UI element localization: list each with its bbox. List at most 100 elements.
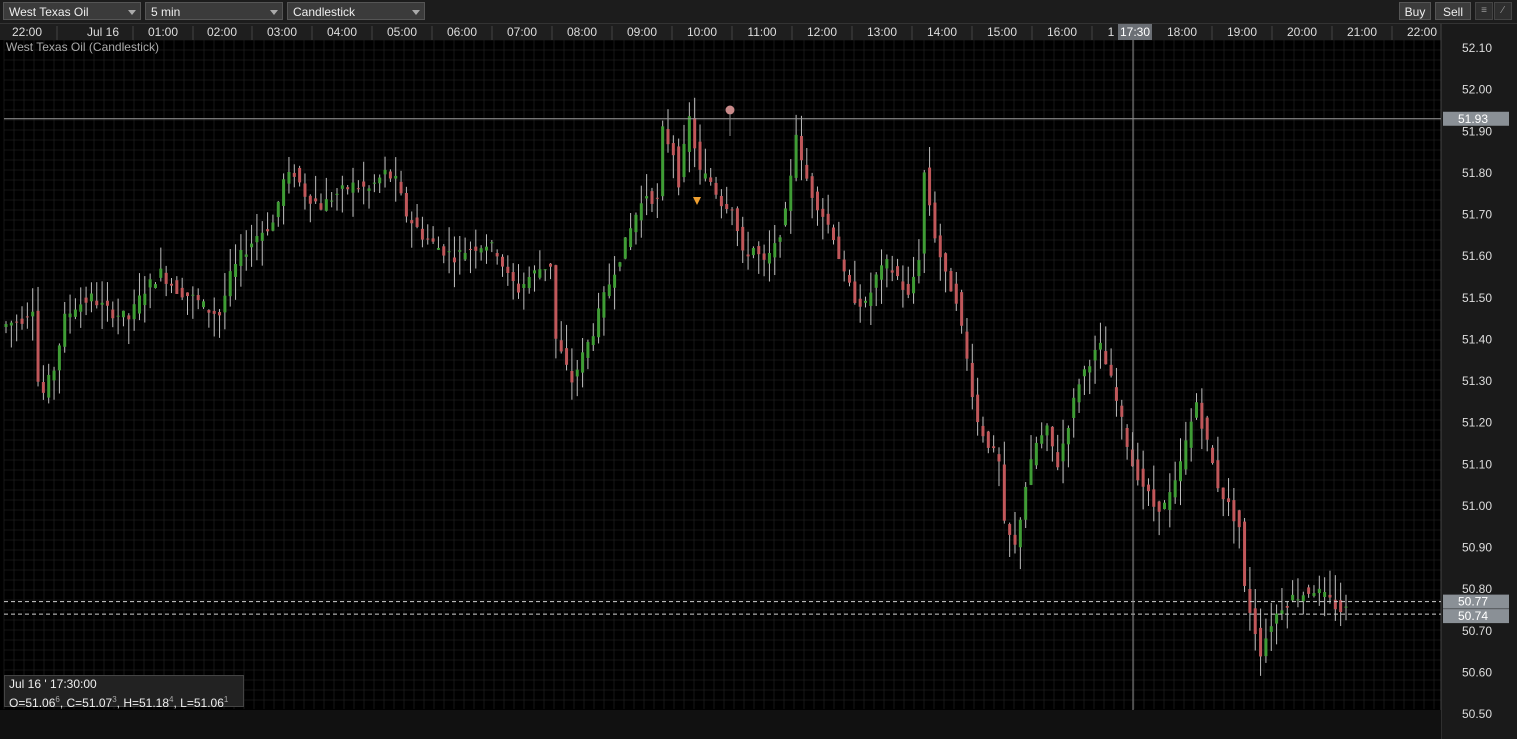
candle-body [1082,369,1086,377]
candle-body [1018,519,1022,548]
candle-body [864,300,868,303]
candle-body [186,292,190,297]
candle-body [41,382,45,393]
candle-body [105,300,109,306]
candle-body [1269,626,1273,632]
candle-body [25,316,29,318]
candle-body [1029,459,1033,485]
candle-body [880,265,884,280]
candle-body [351,182,355,193]
candle-body [527,276,531,289]
candle-body [1024,486,1028,520]
candle-body [378,177,382,184]
candle-body [821,208,825,217]
draw-line-icon[interactable]: ∕ [1494,2,1512,20]
candle-body [207,309,211,313]
candle-body [1088,366,1092,373]
candle-body [1056,452,1060,468]
candle-body [1098,342,1102,350]
candle-body [436,247,440,250]
candle-body [602,292,606,318]
interval-select[interactable]: 5 min [145,2,283,20]
candle-body [180,287,184,298]
x-tick-label: 18:00 [1167,25,1197,39]
candle-body [730,209,734,211]
candle-body [938,235,942,258]
x-tick-label: 13:00 [867,25,897,39]
buy-button[interactable]: Buy [1399,2,1431,20]
sell-button[interactable]: Sell [1435,2,1471,20]
candle-body [517,283,521,293]
candle-body [735,208,739,232]
ohlc-open-sup: 6 [55,695,60,704]
candle [661,120,665,201]
candle-body [725,204,729,210]
y-tick-label: 50.70 [1462,624,1492,638]
chart-type-select[interactable]: Candlestick [287,2,425,20]
candle-body [15,321,19,323]
candle-body [1072,397,1076,418]
candle-body [698,141,702,170]
candle-body [1179,461,1183,482]
candle-body [31,311,35,317]
x-tick-label: 22:00 [1407,25,1437,39]
candle-body [1050,426,1054,447]
candle-body [719,195,723,207]
candle-body [127,315,131,320]
instrument-select[interactable]: West Texas Oil [3,2,141,20]
candle-body [789,175,793,211]
indicators-icon[interactable]: ≡ [1475,2,1493,20]
y-tick-label: 50.60 [1462,665,1492,679]
candle-body [1173,480,1177,498]
candle-body [970,362,974,398]
candle-body [116,315,120,317]
candle-body [709,177,713,182]
candle-body [73,309,77,317]
candle-body [666,129,670,145]
candle-body [1253,608,1257,635]
candle-body [751,248,755,256]
candle-body [522,284,526,288]
candle-body [933,202,937,239]
chevron-down-icon [128,10,136,15]
candle-body [1323,591,1327,598]
candle-body [143,293,147,306]
candle-body [356,188,360,190]
y-tick-label: 51.20 [1462,416,1492,430]
candle-body [20,318,24,324]
candle-body [645,196,649,199]
candle-body [57,345,61,371]
y-tick-label: 51.40 [1462,332,1492,346]
candle-body [928,167,932,206]
candle-body [629,228,633,248]
candle-body [981,425,985,437]
candle-body [1120,405,1124,417]
candle-body [954,283,958,304]
y-tick-label: 51.50 [1462,291,1492,305]
candle-body [848,274,852,283]
candle-body [1152,489,1156,507]
candle-body [1285,605,1289,608]
x-tick-label: 02:00 [207,25,237,39]
ohlc-high: 51.18 [139,696,170,710]
candle-body [1034,442,1038,466]
y-tick-label: 51.10 [1462,457,1492,471]
candle-body [901,281,905,290]
candle-body [607,284,611,297]
candle-body [388,171,392,179]
y-tick-label: 51.90 [1462,124,1492,138]
candle-body [452,257,456,263]
ohlc-close-sup: 3 [112,695,117,704]
candle-body [741,226,745,251]
candle-body [1328,594,1332,598]
candle-body [1301,595,1305,602]
candle-body [458,250,462,252]
candle-body [831,227,835,241]
high-price-tag: 51.93 [1458,112,1488,126]
candle-body [399,181,403,194]
candle-body [906,283,910,295]
candlestick-chart[interactable]: 22:00 Jul 16 01:00 02:00 03:00 04:00 05:00 06:0… [0,24,1517,739]
candle-body [132,304,136,320]
candle-body [976,394,980,423]
candle-body [1296,599,1300,601]
